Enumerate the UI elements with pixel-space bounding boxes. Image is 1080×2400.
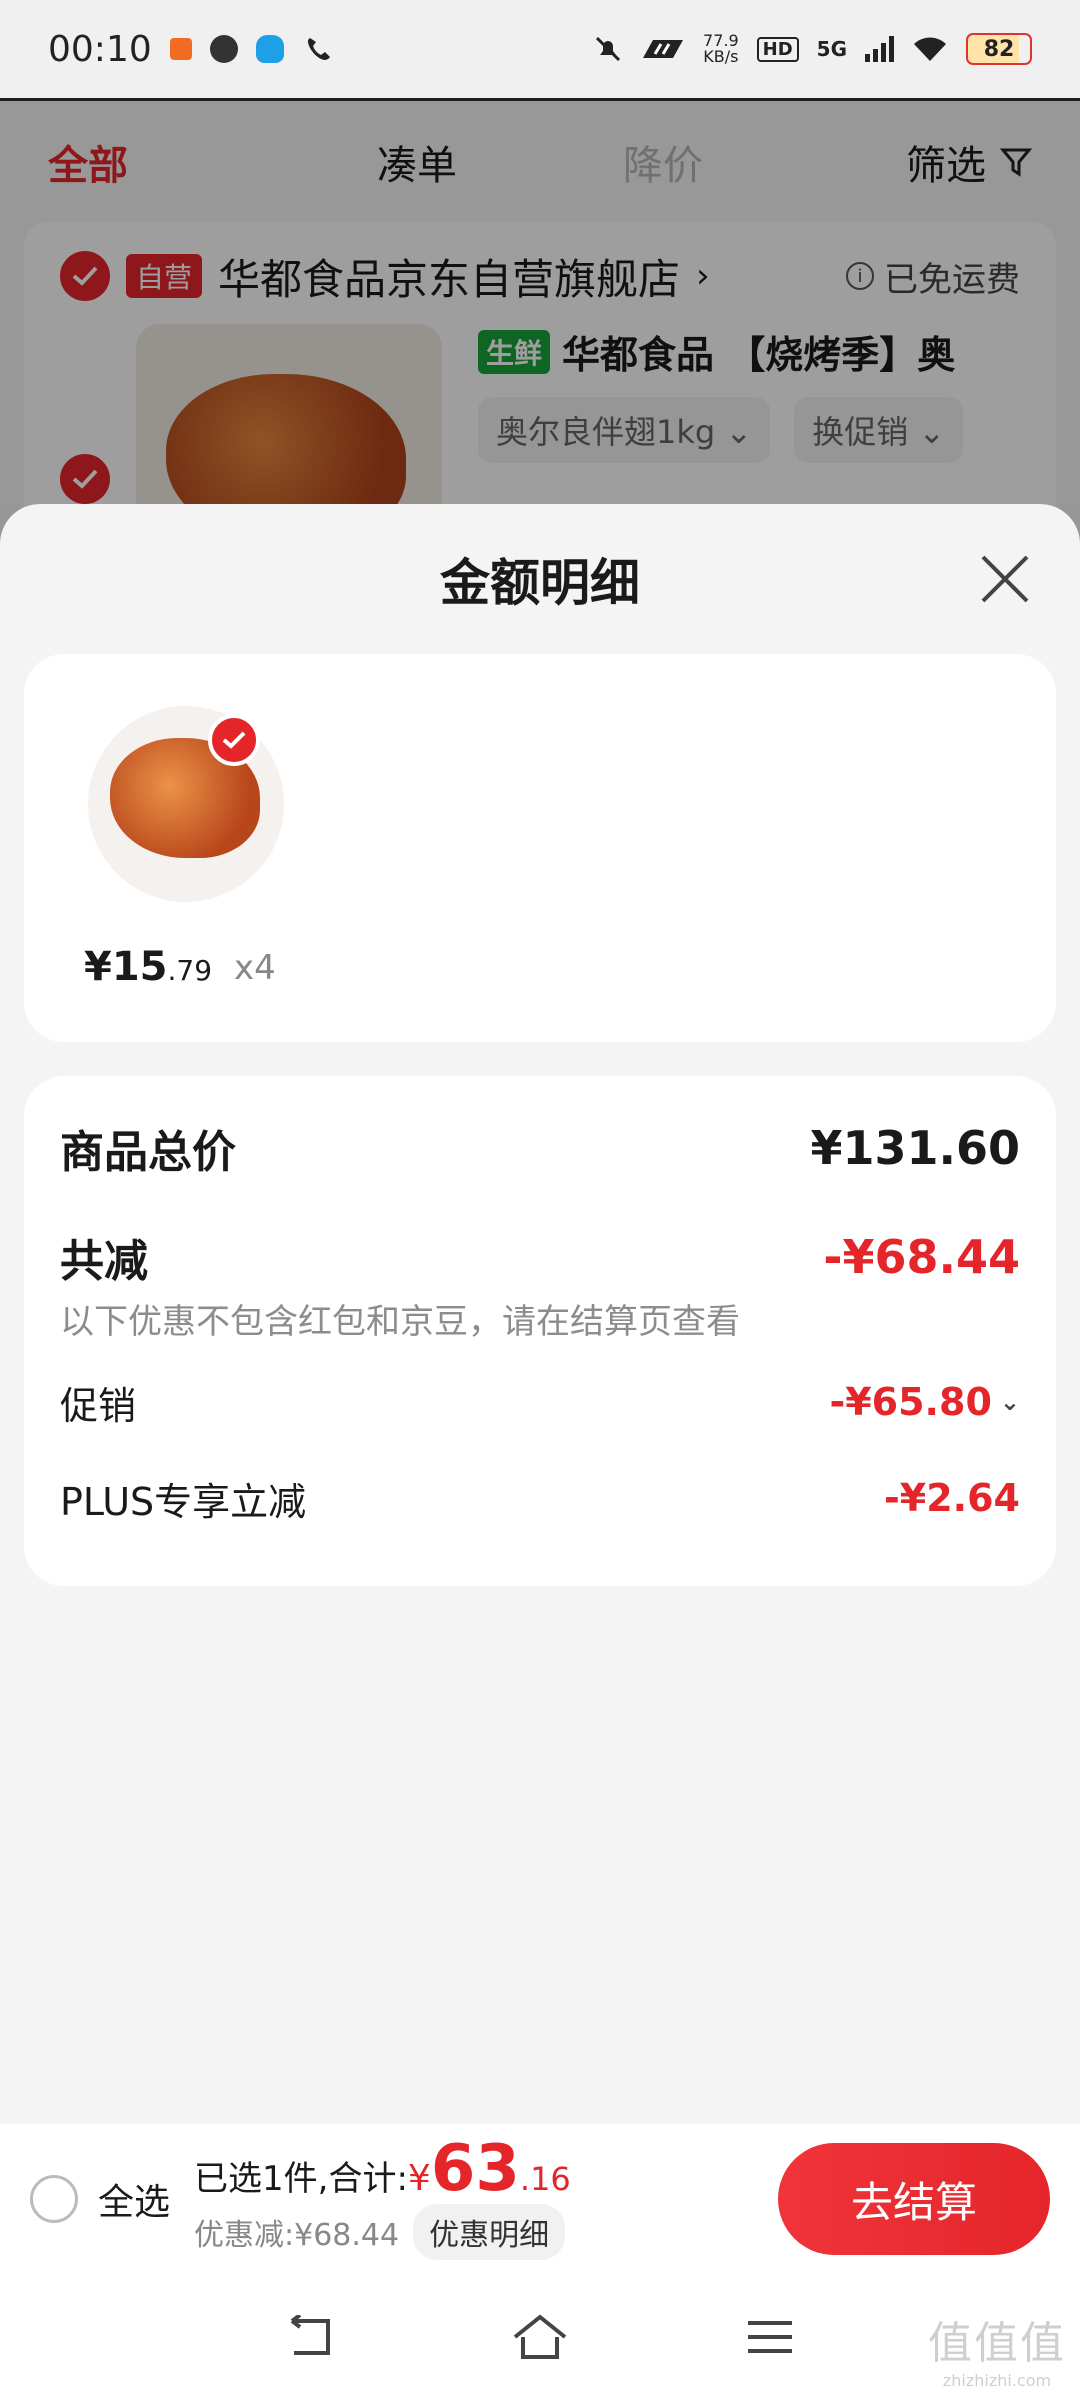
plus-value: -¥2.64 bbox=[884, 1476, 1020, 1520]
goods-price-decimal: .79 bbox=[167, 954, 213, 987]
checkout-button[interactable]: 去结算 bbox=[778, 2143, 1050, 2255]
close-icon[interactable] bbox=[978, 552, 1032, 606]
goods-quantity: x4 bbox=[234, 948, 276, 988]
net-speed: 77.9 KB/s bbox=[703, 33, 739, 65]
sum-line: 已选1件,合计: ¥ 63 .16 bbox=[194, 2131, 571, 2206]
sheet-header: 金额明细 bbox=[0, 504, 1080, 654]
chevron-down-icon: ⌄ bbox=[999, 1388, 1020, 1416]
promo-label: 促销 bbox=[60, 1383, 137, 1428]
amount-detail-sheet: 金额明细 ¥15.79 x4 商品总价 ¥131.60 共减 -¥68.44 以… bbox=[0, 504, 1080, 2124]
system-nav-bar: 值值值 zhizhizhi.com bbox=[0, 2274, 1080, 2400]
discount-line: 优惠减:¥68.44 优惠明细 bbox=[194, 2203, 571, 2260]
notification-app-icon bbox=[169, 38, 192, 60]
net-speed-unit: KB/s bbox=[703, 47, 739, 66]
menu-button[interactable] bbox=[740, 2307, 800, 2367]
currency-symbol: ¥ bbox=[407, 2157, 431, 2199]
total-row: 商品总价 ¥131.60 bbox=[60, 1076, 1020, 1220]
back-button[interactable] bbox=[280, 2307, 340, 2367]
goods-price-main: ¥15 bbox=[84, 944, 168, 990]
promo-value-wrap: -¥65.80 ⌄ bbox=[829, 1380, 1020, 1424]
watermark-url: zhizhizhi.com bbox=[942, 2371, 1052, 2390]
status-time: 00:10 bbox=[48, 28, 152, 70]
reduce-note: 以下优惠不包含红包和京豆，请在结算页查看 bbox=[60, 1302, 740, 1342]
discount-detail-button[interactable]: 优惠明细 bbox=[413, 2203, 566, 2260]
missed-call-icon bbox=[307, 38, 330, 60]
cart-background: 全部 凑单 降价 筛选 自营 华都食品京东自营旗舰店 › i 已免运费 生鲜 华… bbox=[0, 98, 1080, 618]
menu-icon bbox=[748, 2321, 792, 2353]
hd-badge: HD bbox=[756, 36, 799, 62]
reduce-row: 共减 -¥68.44 bbox=[60, 1220, 1020, 1294]
watermark-logo: 值值值 bbox=[928, 2318, 1066, 2369]
qq-icon bbox=[255, 35, 284, 63]
select-all-radio[interactable] bbox=[30, 2175, 78, 2223]
mute-bell-icon bbox=[595, 36, 621, 62]
network-type: 5G bbox=[816, 37, 847, 61]
sum-block: 已选1件,合计: ¥ 63 .16 优惠减:¥68.44 优惠明细 bbox=[194, 2131, 571, 2260]
plus-row: PLUS专享立减 -¥2.64 bbox=[60, 1450, 1020, 1546]
summary-card: 商品总价 ¥131.60 共减 -¥68.44 以下优惠不包含红包和京豆，请在结… bbox=[24, 1076, 1056, 1586]
selected-text: 已选1件,合计: bbox=[194, 2158, 408, 2199]
checkout-bar: 全选 已选1件,合计: ¥ 63 .16 优惠减:¥68.44 优惠明细 去结算 bbox=[0, 2124, 1080, 2274]
signal-icon bbox=[865, 36, 894, 62]
notification-app-icon bbox=[209, 35, 238, 63]
reduce-value: -¥68.44 bbox=[823, 1230, 1020, 1284]
home-button[interactable] bbox=[510, 2307, 570, 2367]
plus-label: PLUS专享立减 bbox=[60, 1479, 307, 1524]
home-icon bbox=[513, 2314, 567, 2359]
total-decimal: .16 bbox=[519, 2159, 571, 2198]
back-icon bbox=[290, 2315, 330, 2355]
total-value: ¥131.60 bbox=[810, 1121, 1020, 1175]
discount-text: 优惠减:¥68.44 bbox=[194, 2217, 400, 2253]
reduce-label: 共减 bbox=[60, 1236, 148, 1287]
goods-price: ¥15.79 bbox=[84, 944, 212, 990]
total-label: 商品总价 bbox=[60, 1127, 236, 1178]
status-bar: 00:10 77.9 KB/s HD 5G 82 bbox=[0, 0, 1080, 98]
battery-icon: 82 bbox=[966, 33, 1032, 65]
total-integer: 63 bbox=[430, 2131, 520, 2206]
wifi-icon bbox=[914, 37, 946, 61]
promo-value: -¥65.80 bbox=[829, 1380, 992, 1424]
nfc-icon bbox=[643, 40, 684, 58]
select-all-label[interactable]: 全选 bbox=[98, 2173, 170, 2225]
goods-card: ¥15.79 x4 bbox=[24, 654, 1056, 1042]
watermark: 值值值 zhizhizhi.com bbox=[928, 2307, 1066, 2390]
sheet-title: 金额明细 bbox=[440, 554, 640, 612]
promo-row[interactable]: 促销 -¥65.80 ⌄ bbox=[60, 1354, 1020, 1450]
goods-check-icon bbox=[208, 714, 260, 766]
